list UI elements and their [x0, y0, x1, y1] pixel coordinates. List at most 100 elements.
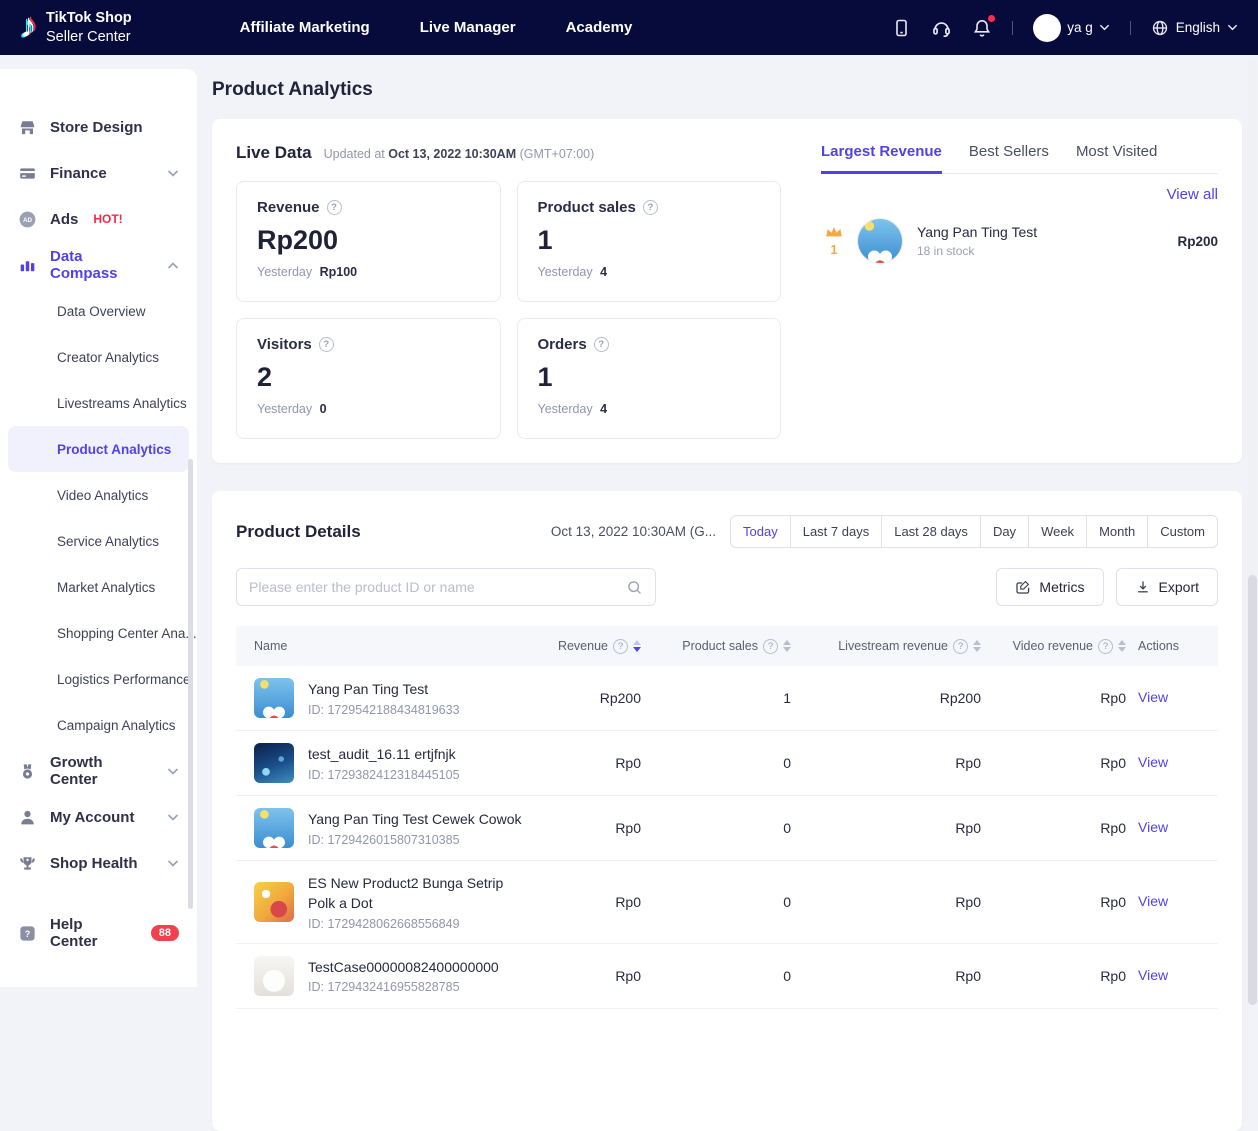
sidebar-item-store-design[interactable]: Store Design [0, 104, 197, 150]
product-image [254, 743, 294, 783]
language-selector[interactable]: English [1151, 19, 1238, 37]
metric-yesterday: Yesterday 4 [538, 402, 761, 416]
metrics-button[interactable]: Metrics [996, 568, 1103, 606]
view-all-link[interactable]: View all [1167, 186, 1218, 203]
sort-control[interactable] [783, 640, 791, 652]
page-scrollbar-thumb[interactable] [1248, 575, 1257, 1005]
range-last-7-days[interactable]: Last 7 days [790, 516, 882, 547]
sidebar-subitem-data-overview[interactable]: Data Overview [0, 288, 197, 334]
sort-control[interactable] [633, 640, 641, 652]
product-revenue: Rp200 [1177, 234, 1218, 249]
chevron-icon [167, 767, 179, 776]
sidebar-item-my-account[interactable]: My Account [0, 794, 197, 840]
mobile-app-icon[interactable] [891, 18, 911, 38]
nav-academy[interactable]: Academy [566, 19, 633, 36]
live-data-left: Live Data Updated at Oct 13, 2022 10:30A… [236, 143, 781, 439]
range-last-28-days[interactable]: Last 28 days [881, 516, 980, 547]
help-icon[interactable]: ? [763, 639, 778, 654]
livestream-revenue-cell: Rp0 [791, 820, 981, 836]
view-link[interactable]: View [1138, 819, 1168, 835]
view-link[interactable]: View [1138, 754, 1168, 770]
sidebar-item-data-compass[interactable]: Data Compass [0, 242, 197, 288]
tab-best-sellers[interactable]: Best Sellers [969, 143, 1049, 173]
range-week[interactable]: Week [1028, 516, 1086, 547]
help-icon[interactable]: ? [643, 200, 658, 215]
sidebar-item-help-center[interactable]: ? Help Center 88 [0, 910, 197, 956]
sidebar-subitem-video-analytics[interactable]: Video Analytics [0, 472, 197, 518]
sidebar-item-growth-center[interactable]: Growth Center [0, 748, 197, 794]
help-count-badge: 88 [151, 925, 179, 941]
sidebar-item-finance[interactable]: Finance [0, 150, 197, 196]
sidebar-scrollbar[interactable] [188, 459, 193, 909]
tab-most-visited[interactable]: Most Visited [1076, 143, 1157, 173]
column-header-video-revenue[interactable]: Video revenue ? [981, 639, 1126, 654]
shop-health-icon [18, 854, 37, 873]
sidebar-subitem-campaign-analytics[interactable]: Campaign Analytics [0, 702, 197, 748]
sidebar-item-shop-health[interactable]: Shop Health [0, 840, 197, 886]
product-sales-cell: 0 [641, 968, 791, 984]
top-header: ♪ TikTok Shop Seller Center Affiliate Ma… [0, 0, 1258, 55]
metric-card-orders: Orders ? 1 Yesterday 4 [517, 318, 782, 439]
livestream-revenue-cell: Rp0 [791, 894, 981, 910]
tiktok-logo[interactable]: ♪ TikTok Shop Seller Center [20, 9, 132, 45]
help-icon[interactable]: ? [594, 337, 609, 352]
metric-value: 2 [257, 362, 480, 393]
product-stock: 18 in stock [917, 244, 1037, 258]
product-search-input[interactable] [249, 579, 626, 595]
range-month[interactable]: Month [1086, 516, 1147, 547]
live-data-card: Live Data Updated at Oct 13, 2022 10:30A… [212, 119, 1242, 463]
chevron-icon [167, 169, 179, 178]
sidebar-item-ads[interactable]: AD Ads HOT! [0, 196, 197, 242]
header-nav: Affiliate Marketing Live Manager Academy [240, 19, 633, 36]
help-icon: ? [18, 924, 37, 943]
column-header-name: Name ? [236, 639, 526, 653]
help-icon[interactable]: ? [327, 200, 342, 215]
help-icon[interactable]: ? [953, 639, 968, 654]
sidebar-subitem-shopping-center-ana[interactable]: Shopping Center Ana... [0, 610, 197, 656]
help-icon[interactable]: ? [319, 337, 334, 352]
sidebar-subitem-product-analytics[interactable]: Product Analytics [8, 426, 189, 472]
product-image [254, 956, 294, 996]
brand-text: TikTok Shop Seller Center [46, 9, 132, 45]
product-sales-cell: 0 [641, 755, 791, 771]
sidebar: Store Design Finance AD Ads HOT! Data Co… [0, 69, 197, 987]
view-link[interactable]: View [1138, 967, 1168, 983]
sidebar-subitem-livestreams-analytics[interactable]: Livestreams Analytics [0, 380, 197, 426]
page-scrollbar-track[interactable] [1248, 60, 1257, 983]
search-icon[interactable] [626, 579, 643, 596]
notifications-bell-icon[interactable] [972, 18, 992, 38]
export-button[interactable]: Export [1116, 568, 1218, 606]
sidebar-subitem-market-analytics[interactable]: Market Analytics [0, 564, 197, 610]
user-menu[interactable]: ya g [1033, 14, 1110, 42]
range-custom[interactable]: Custom [1147, 516, 1217, 547]
column-header-product-sales[interactable]: Product sales ? [641, 639, 791, 654]
sidebar-subitem-service-analytics[interactable]: Service Analytics [0, 518, 197, 564]
help-icon[interactable]: ? [1098, 639, 1113, 654]
nav-live-manager[interactable]: Live Manager [420, 19, 516, 36]
product-image [254, 882, 294, 922]
revenue-cell: Rp200 [526, 690, 641, 706]
sidebar-subitem-creator-analytics[interactable]: Creator Analytics [0, 334, 197, 380]
column-header-revenue[interactable]: Revenue ? [526, 639, 641, 654]
help-icon[interactable]: ? [613, 639, 628, 654]
support-headset-icon[interactable] [931, 17, 952, 38]
sort-control[interactable] [973, 640, 981, 652]
sidebar-subitem-logistics-performance[interactable]: Logistics Performance [0, 656, 197, 702]
ranking-item[interactable]: 1 Yang Pan Ting Test 18 in stock Rp200 [821, 218, 1218, 264]
nav-affiliate-marketing[interactable]: Affiliate Marketing [240, 19, 370, 36]
table-body: Yang Pan Ting Test ID: 17295421884348196… [236, 666, 1218, 1009]
range-today[interactable]: Today [731, 516, 790, 547]
ranking-list: 1 Yang Pan Ting Test 18 in stock Rp200 [821, 218, 1218, 264]
range-day[interactable]: Day [980, 516, 1028, 547]
table-row: test_audit_16.11 ertjfnjk ID: 1729382412… [236, 731, 1218, 796]
revenue-cell: Rp0 [526, 894, 641, 910]
view-link[interactable]: View [1138, 689, 1168, 705]
column-header-livestream-revenue[interactable]: Livestream revenue ? [791, 639, 981, 654]
sort-control[interactable] [1118, 640, 1126, 652]
tab-largest-revenue[interactable]: Largest Revenue [821, 143, 942, 174]
metric-card-product-sales: Product sales ? 1 Yesterday 4 [517, 181, 782, 302]
header-divider [1130, 21, 1131, 35]
chevron-down-icon [1227, 23, 1238, 32]
view-link[interactable]: View [1138, 893, 1168, 909]
product-sales-cell: 0 [641, 894, 791, 910]
